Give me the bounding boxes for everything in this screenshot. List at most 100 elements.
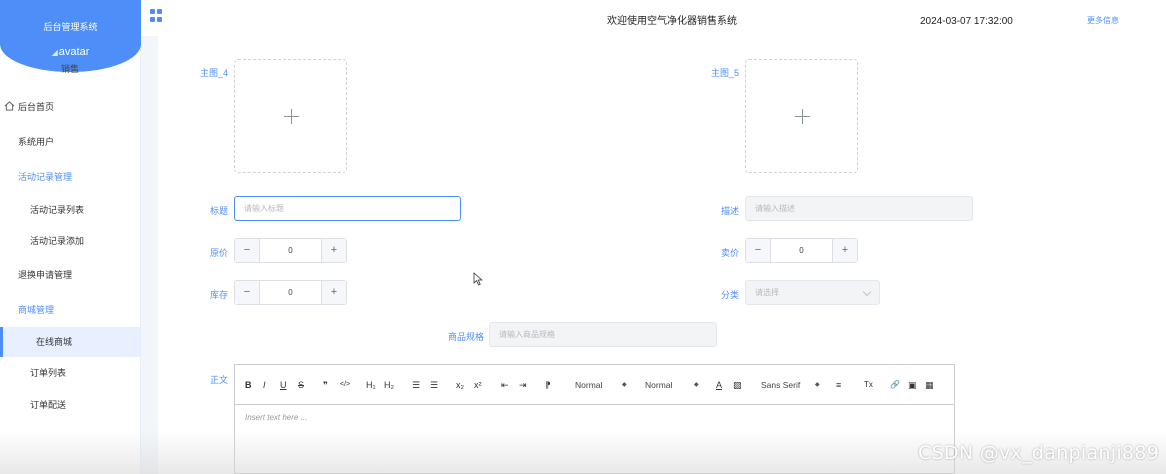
main-image-5-label: 主图_5 [710, 68, 739, 78]
mouse-cursor-icon [473, 272, 483, 286]
sidebar-item-label: 活动记录添加 [30, 236, 85, 246]
updown-icon: ◆ [622, 382, 627, 388]
sidebar-item-label: 订单配送 [30, 400, 67, 410]
main-image-5-upload[interactable] [745, 59, 858, 173]
decrement-button[interactable]: − [235, 239, 260, 262]
category-label: 分类 [720, 290, 739, 300]
sidebar-group-mall[interactable]: 商城管理 [0, 295, 141, 325]
watermark: CSDN @vx_danpianji889 [918, 442, 1160, 464]
sidebar-item-label: 商城管理 [18, 305, 55, 315]
blockquote-icon[interactable]: ❞ [323, 379, 328, 391]
decrement-button[interactable]: − [746, 239, 771, 262]
indent-icon[interactable]: ⇥ [519, 379, 527, 391]
title-label: 标题 [209, 206, 228, 216]
bullet-list-icon[interactable]: ☰ [430, 379, 438, 391]
sidebar-item-label: 订单列表 [30, 368, 67, 378]
welcome-text: 欢迎使用空气净化器销售系统 [607, 16, 737, 27]
sidebar-group-activity[interactable]: 活动记录管理 [0, 162, 141, 192]
home-icon [4, 101, 15, 111]
menu-toggle-icon[interactable] [150, 9, 163, 22]
increment-button[interactable]: + [321, 281, 346, 304]
category-placeholder: 请选择 [755, 288, 779, 297]
outdent-icon[interactable]: ⇤ [501, 379, 509, 391]
align-icon[interactable]: ≡ [836, 379, 841, 391]
sidebar-item-label: 在线商城 [36, 337, 73, 347]
header-picker-label: Normal [645, 380, 673, 390]
code-block-icon[interactable]: </> [340, 379, 350, 391]
strike-button[interactable]: S [298, 379, 304, 391]
sidebar-item-label: 系统用户 [18, 137, 55, 147]
h1-button[interactable]: H₁ [366, 379, 376, 391]
text-color-icon[interactable]: A [716, 379, 722, 391]
chevron-down-icon [862, 287, 872, 297]
text-direction-icon[interactable]: ⁋ [545, 379, 551, 391]
size-picker-label: Normal [575, 380, 603, 390]
link-icon[interactable]: 🔗 [890, 379, 900, 391]
stock-value[interactable]: 0 [260, 281, 321, 304]
header-picker[interactable]: Normal ◆ [645, 379, 703, 391]
editor-placeholder[interactable]: Insert text here ... [245, 413, 307, 422]
subscript-button[interactable]: x₂ [456, 379, 464, 391]
broken-image-icon: ◢ [51, 48, 58, 57]
image-icon[interactable]: ▣ [908, 379, 917, 391]
sidebar-item-label: 活动记录管理 [18, 172, 73, 182]
original-price-value[interactable]: 0 [260, 239, 321, 262]
superscript-button[interactable]: x² [474, 379, 482, 391]
video-icon[interactable]: ▦ [925, 379, 934, 391]
editor-toolbar: B I U S ❞ </> H₁ H₂ ☰ ☰ x₂ x² ⇤ ⇥ ⁋ Norm… [235, 365, 954, 405]
stock-stepper: − 0 + [234, 280, 347, 305]
system-name: 后台管理系统 [43, 22, 98, 32]
avatar[interactable]: ◢avatar [0, 46, 141, 58]
sale-price-label: 卖价 [720, 248, 739, 258]
sidebar-item-returns[interactable]: 退换申请管理 [0, 260, 141, 290]
avatar-alt-text: avatar [58, 46, 90, 58]
increment-button[interactable]: + [832, 239, 857, 262]
main-image-4-label: 主图_4 [199, 68, 228, 78]
title-input[interactable] [234, 196, 461, 221]
updown-icon: ◆ [694, 382, 699, 388]
clean-format-icon[interactable]: Tx [864, 379, 873, 391]
sidebar-item-label: 退换申请管理 [18, 270, 73, 280]
sidebar-item-order-delivery[interactable]: 订单配送 [0, 390, 141, 420]
plus-icon [794, 109, 810, 124]
stock-label: 库存 [209, 290, 228, 300]
increment-button[interactable]: + [321, 239, 346, 262]
content-gutter [141, 32, 158, 474]
sidebar-item-home[interactable]: 后台首页 [0, 92, 141, 122]
rich-text-editor: B I U S ❞ </> H₁ H₂ ☰ ☰ x₂ x² ⇤ ⇥ ⁋ Norm… [234, 364, 955, 474]
bold-button[interactable]: B [245, 379, 252, 391]
ordered-list-icon[interactable]: ☰ [412, 379, 420, 391]
font-picker[interactable]: Sans Serif ◆ [761, 379, 823, 391]
h2-button[interactable]: H₂ [384, 379, 394, 391]
description-input[interactable] [745, 196, 973, 221]
sale-price-value[interactable]: 0 [771, 239, 832, 262]
sidebar-item-label: 后台首页 [18, 102, 55, 112]
plus-icon [283, 109, 299, 124]
user-role: 销售 [60, 64, 79, 74]
spec-input[interactable] [489, 322, 717, 347]
description-label: 描述 [720, 206, 739, 216]
sidebar-item-online-mall[interactable]: 在线商城 [0, 327, 141, 357]
main-image-4-upload[interactable] [234, 59, 347, 173]
font-picker-label: Sans Serif [761, 380, 801, 390]
more-info-link[interactable]: 更多信息 [1087, 15, 1119, 26]
original-price-label: 原价 [209, 248, 228, 258]
sidebar-item-activity-list[interactable]: 活动记录列表 [0, 195, 141, 225]
original-price-stepper: − 0 + [234, 238, 347, 263]
body-label: 正文 [209, 375, 228, 385]
sidebar-item-order-list[interactable]: 订单列表 [0, 358, 141, 388]
spec-label: 商品规格 [447, 332, 484, 342]
italic-button[interactable]: I [263, 379, 266, 391]
datetime: 2024-03-07 17:32:00 [920, 16, 1013, 27]
decrement-button[interactable]: − [235, 281, 260, 304]
background-color-icon[interactable]: ▨ [733, 379, 742, 391]
sidebar-item-system-users[interactable]: 系统用户 [0, 127, 141, 157]
size-picker[interactable]: Normal ◆ [575, 379, 631, 391]
sale-price-stepper: − 0 + [745, 238, 858, 263]
top-header: 欢迎使用空气净化器销售系统 2024-03-07 17:32:00 更多信息 [141, 0, 1166, 36]
updown-icon: ◆ [815, 382, 820, 388]
category-select[interactable]: 请选择 [745, 280, 880, 305]
sidebar-item-activity-add[interactable]: 活动记录添加 [0, 226, 141, 256]
underline-button[interactable]: U [280, 379, 287, 391]
sidebar-item-label: 活动记录列表 [30, 205, 85, 215]
